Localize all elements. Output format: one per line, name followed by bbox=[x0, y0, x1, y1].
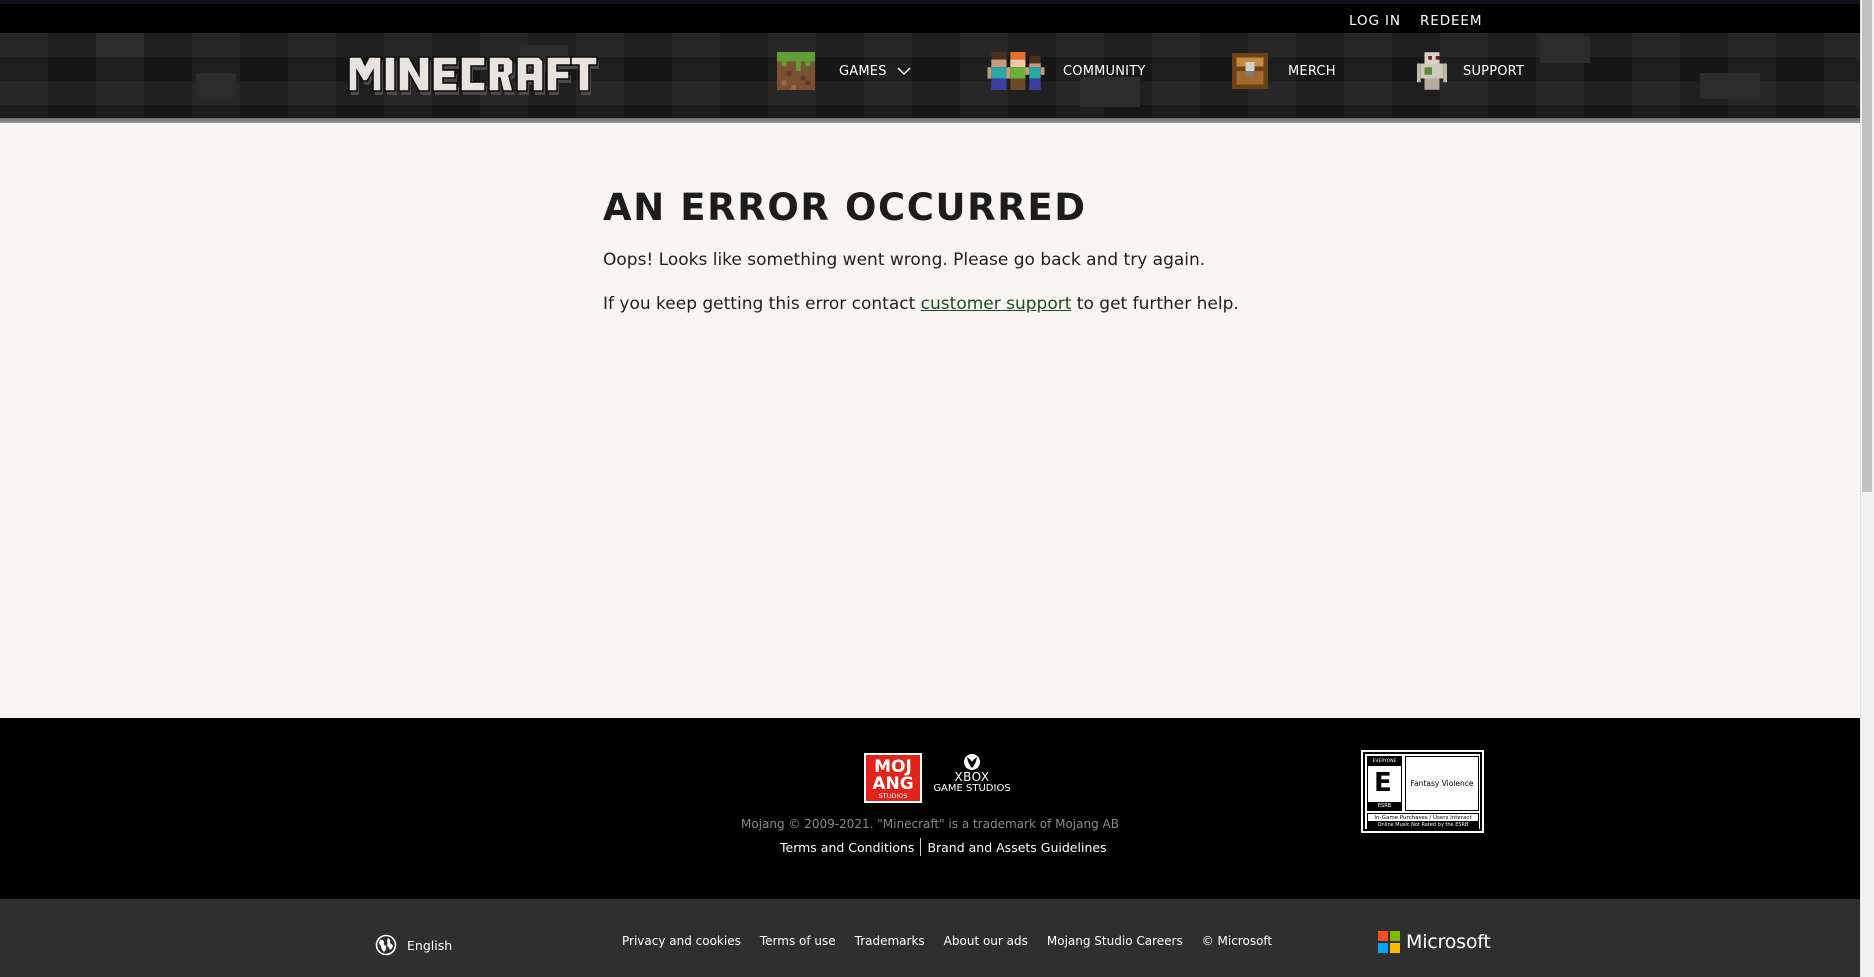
microsoft-copyright-link[interactable]: © Microsoft bbox=[1202, 934, 1272, 948]
characters-icon bbox=[987, 52, 1045, 90]
esrb-rating-badge[interactable]: EVERYONE 10+ E ESRB Fantasy Violence In-… bbox=[1361, 750, 1484, 833]
error-support-text: If you keep getting this error contact c… bbox=[603, 292, 1503, 316]
about-our-ads-link[interactable]: About our ads bbox=[944, 934, 1028, 948]
nav-games[interactable]: GAMES bbox=[777, 51, 911, 91]
page-scrollbar-thumb[interactable] bbox=[1862, 0, 1872, 492]
minecraft-logo[interactable] bbox=[345, 51, 601, 99]
copyright-text: Mojang © 2009-2021. "Minecraft" is a tra… bbox=[741, 817, 1119, 831]
nav-bg-tile bbox=[1700, 73, 1760, 99]
xbox-icon bbox=[964, 754, 980, 770]
esrb-brand: ESRB bbox=[1368, 802, 1401, 810]
terms-of-use-link[interactable]: Terms of use bbox=[760, 934, 836, 948]
ms-square-red bbox=[1378, 931, 1388, 941]
ms-square-green bbox=[1390, 931, 1400, 941]
redeem-link[interactable]: REDEEM bbox=[1420, 13, 1482, 29]
chevron-down-icon bbox=[897, 67, 911, 76]
top-utility-bar: LOG IN REDEEM bbox=[0, 0, 1860, 33]
esrb-descriptor: Fantasy Violence bbox=[1405, 756, 1479, 811]
mojang-studios-logo[interactable]: MOJ ANG STUDIOS bbox=[864, 753, 922, 803]
mojang-logo-art: MOJ ANG STUDIOS bbox=[872, 757, 913, 800]
chest-icon bbox=[1232, 53, 1268, 89]
esrb-rating-box: EVERYONE 10+ E ESRB bbox=[1367, 756, 1402, 811]
nav-community-label: COMMUNITY bbox=[1063, 63, 1146, 79]
mojang-careers-link[interactable]: Mojang Studio Careers bbox=[1047, 934, 1183, 948]
esrb-age-label: EVERYONE 10+ bbox=[1368, 757, 1401, 773]
main-nav: GAMES COMMUNITY MERCH SUPPORT bbox=[0, 33, 1860, 118]
grass-block-icon bbox=[777, 52, 815, 90]
nav-bottom-border bbox=[0, 118, 1860, 123]
trademarks-link[interactable]: Trademarks bbox=[855, 934, 925, 948]
brand-guidelines-link[interactable]: Brand and Assets Guidelines bbox=[927, 840, 1106, 855]
microsoft-wordmark: Microsoft bbox=[1406, 931, 1491, 953]
xbox-game-studios-logo[interactable]: XBOX GAME STUDIOS bbox=[932, 753, 1012, 795]
iron-golem-icon bbox=[1417, 52, 1447, 90]
footer-link-divider bbox=[920, 838, 922, 856]
nav-games-label: GAMES bbox=[839, 63, 887, 79]
login-link[interactable]: LOG IN bbox=[1349, 13, 1401, 29]
support-prefix: If you keep getting this error contact bbox=[603, 294, 921, 314]
nav-community[interactable]: COMMUNITY bbox=[986, 51, 1146, 91]
site-footer bbox=[0, 718, 1860, 899]
nav-merch-label: MERCH bbox=[1288, 63, 1336, 79]
microsoft-logo[interactable]: Microsoft bbox=[1378, 931, 1491, 953]
footer-links: Terms and Conditions Brand and Assets Gu… bbox=[780, 838, 1107, 856]
language-label: English bbox=[407, 937, 453, 953]
microsoft-squares-icon bbox=[1378, 931, 1400, 953]
customer-support-link[interactable]: customer support bbox=[921, 294, 1072, 314]
nav-bg-tile bbox=[96, 33, 144, 57]
ms-square-yellow bbox=[1390, 943, 1400, 953]
microsoft-links: Privacy and cookies Terms of use Tradema… bbox=[622, 934, 1291, 948]
terms-and-conditions-link[interactable]: Terms and Conditions bbox=[780, 840, 914, 855]
xbox-label: XBOX bbox=[954, 770, 990, 784]
globe-icon bbox=[375, 934, 397, 956]
error-message: Oops! Looks like something went wrong. P… bbox=[603, 250, 1206, 270]
nav-merch[interactable]: MERCH bbox=[1232, 51, 1336, 91]
nav-support-label: SUPPORT bbox=[1463, 63, 1525, 79]
esrb-interactive-elements: In-Game Purchases / Users Interact bbox=[1367, 813, 1479, 822]
error-content: AN ERROR OCCURRED Oops! Looks like somet… bbox=[603, 186, 1503, 336]
ms-square-blue bbox=[1378, 943, 1388, 953]
esrb-rating-letter: E bbox=[1374, 768, 1392, 798]
game-studios-label: GAME STUDIOS bbox=[933, 783, 1011, 794]
support-suffix: to get further help. bbox=[1071, 294, 1239, 314]
esrb-online-notice: Online Music Not Rated by the ESRB bbox=[1367, 822, 1479, 829]
mojang-text-2: ANG bbox=[872, 774, 913, 794]
language-selector[interactable]: English bbox=[375, 934, 452, 956]
privacy-cookies-link[interactable]: Privacy and cookies bbox=[622, 934, 741, 948]
nav-bg-tile bbox=[196, 73, 236, 97]
error-title: AN ERROR OCCURRED bbox=[603, 186, 1087, 229]
nav-support[interactable]: SUPPORT bbox=[1417, 51, 1524, 91]
mojang-text-3: STUDIOS bbox=[878, 792, 907, 800]
nav-bg-tile bbox=[1540, 37, 1590, 63]
